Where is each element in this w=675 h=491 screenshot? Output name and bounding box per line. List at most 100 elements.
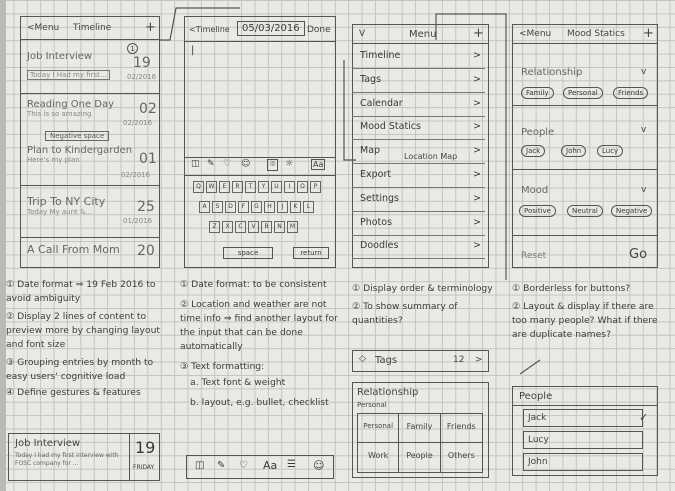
people-list-item[interactable]: Lucy — [523, 431, 643, 449]
go-button[interactable]: Go — [629, 247, 647, 262]
chevron-down-icon[interactable]: v — [641, 185, 646, 195]
tags-row[interactable]: ◇ Tags 12 > — [352, 350, 489, 372]
keyboard-key[interactable]: I — [284, 181, 295, 193]
relationship-cell[interactable]: Family — [399, 414, 441, 443]
keyboard-key[interactable]: B — [261, 221, 272, 233]
add-button[interactable]: + — [643, 26, 654, 41]
relationship-cell[interactable]: People — [399, 443, 441, 472]
keyboard-key[interactable]: A — [199, 201, 210, 213]
keyboard-key[interactable]: Z — [209, 221, 220, 233]
relationship-cell[interactable]: Work — [358, 443, 400, 472]
space-key[interactable]: space — [223, 247, 273, 259]
menu-item[interactable]: Calendar > — [352, 94, 485, 117]
keyboard-key[interactable]: G — [251, 201, 262, 213]
pencil-icon[interactable]: ✎ — [207, 159, 215, 169]
entry-title: Plan to Kindergarden — [27, 145, 133, 156]
menu-item[interactable]: Mood Statics > — [352, 117, 485, 141]
filter-pill[interactable]: Neutral — [567, 205, 603, 217]
keyboard-key[interactable]: P — [310, 181, 321, 193]
keyboard-key[interactable]: T — [245, 181, 256, 193]
person-name: John — [528, 457, 548, 467]
bullet-list-icon[interactable]: ☰ — [287, 459, 296, 470]
menu-back-button[interactable]: <Menu — [27, 23, 59, 33]
keyboard-key[interactable]: S — [212, 201, 223, 213]
timeline-entry[interactable]: Job Interview Today I Had my first... 19… — [27, 43, 157, 89]
relationship-cell[interactable]: Others — [441, 443, 482, 472]
entry-month: 02/2016 — [123, 119, 153, 127]
menu-item-label: Timeline — [360, 50, 401, 61]
timeline-entry[interactable]: Plan to Kindergarden Here's my plan 01 0… — [27, 145, 157, 181]
menu-item[interactable]: Tags > — [352, 70, 485, 93]
keyboard-key[interactable]: O — [297, 181, 308, 193]
keyboard-key[interactable]: F — [238, 201, 249, 213]
keyboard-key[interactable]: R — [232, 181, 243, 193]
keyboard-key[interactable]: D — [225, 201, 236, 213]
smiley-icon[interactable]: ☺ — [313, 459, 324, 472]
timeline-entry[interactable]: Reading One Day This is so amazing 02 02… — [27, 99, 157, 129]
keyboard-key[interactable]: K — [290, 201, 301, 213]
menu-item[interactable]: Photos > — [352, 213, 485, 236]
heart-icon[interactable]: ♡ — [239, 460, 248, 471]
text-cursor[interactable]: | — [191, 45, 194, 56]
relationship-cell[interactable]: Friends — [440, 414, 482, 443]
relationship-cell[interactable]: Personal — [358, 414, 400, 443]
keyboard-key[interactable]: C — [235, 221, 246, 233]
keyboard-key[interactable]: L — [303, 201, 314, 213]
chevron-down-icon[interactable]: v — [641, 67, 646, 77]
page-title: Timeline — [73, 23, 112, 33]
tags-count: 12 — [453, 355, 465, 365]
entry-detail-card[interactable]: Job Interview Today I had my first inter… — [8, 433, 160, 481]
timeline-entry[interactable]: A Call From Mom 20 — [27, 243, 157, 265]
menu-item[interactable]: Doodles > — [352, 236, 485, 260]
text-format-icon[interactable]: Aa — [263, 459, 277, 472]
camera-icon[interactable]: ◫ — [191, 159, 200, 169]
keyboard-key[interactable]: Y — [258, 181, 269, 193]
pencil-icon[interactable]: ✎ — [217, 460, 225, 471]
keyboard-key[interactable]: Q — [193, 181, 204, 193]
reset-button[interactable]: Reset — [521, 251, 546, 261]
camera-icon[interactable]: ◫ — [195, 460, 204, 471]
keyboard-key[interactable]: J — [277, 201, 288, 213]
keyboard-key[interactable]: N — [274, 221, 285, 233]
keyboard-key[interactable]: H — [264, 201, 275, 213]
keyboard-key[interactable]: U — [271, 181, 282, 193]
keyboard-key[interactable]: X — [222, 221, 233, 233]
add-button[interactable]: + — [473, 26, 484, 41]
location-icon[interactable]: ⌾ — [267, 159, 279, 171]
filter-pill[interactable]: Family — [521, 87, 554, 99]
filter-pill[interactable]: Personal — [563, 87, 603, 99]
menu-item[interactable]: Export > — [352, 165, 485, 188]
close-menu-button[interactable]: V — [359, 29, 365, 39]
menu-item[interactable]: Settings > — [352, 189, 485, 212]
filter-pill[interactable]: Jack — [521, 145, 546, 157]
text-format-icon[interactable]: Aa — [311, 159, 326, 170]
timeline-screen: <Menu Timeline + Job Interview Today I H… — [20, 16, 160, 268]
timeline-back-button[interactable]: <Timeline — [189, 25, 230, 34]
people-list-item[interactable]: Jack — [523, 409, 643, 427]
keyboard-key[interactable]: V — [248, 221, 259, 233]
keyboard-key[interactable]: E — [219, 181, 230, 193]
return-key[interactable]: return — [293, 247, 329, 259]
menu-item[interactable]: Timeline > — [352, 46, 485, 69]
menu-back-button[interactable]: <Menu — [519, 29, 551, 39]
people-list-item[interactable]: John — [523, 453, 643, 471]
keyboard-key[interactable]: W — [206, 181, 217, 193]
done-button[interactable]: Done — [307, 25, 331, 35]
sun-icon[interactable]: ☼ — [285, 159, 293, 169]
filter-pill[interactable]: Lucy — [597, 145, 624, 157]
add-entry-button[interactable]: + — [145, 20, 156, 35]
heart-icon[interactable]: ♡ — [223, 159, 231, 169]
filter-pill[interactable]: Positive — [519, 205, 556, 217]
chevron-right-icon: > — [475, 355, 483, 365]
timeline-notes: ① Date format ⇒ 19 Feb 2016 to avoid amb… — [6, 278, 166, 400]
filter-pill[interactable]: Friends — [613, 87, 649, 99]
menu-item-label: Tags — [360, 73, 382, 85]
filter-pill[interactable]: Negative — [611, 205, 653, 217]
smiley-icon[interactable]: ☺ — [241, 159, 250, 169]
timeline-entry[interactable]: Trip To NY City Today My aunt &... 25 01… — [27, 195, 157, 231]
chevron-down-icon[interactable]: v — [641, 125, 646, 135]
keyboard-key[interactable]: M — [287, 221, 298, 233]
date-field[interactable]: 05/03/2016 — [237, 21, 305, 36]
filter-pill[interactable]: John — [561, 145, 587, 157]
note-item: ① Display order & terminology — [352, 283, 493, 294]
